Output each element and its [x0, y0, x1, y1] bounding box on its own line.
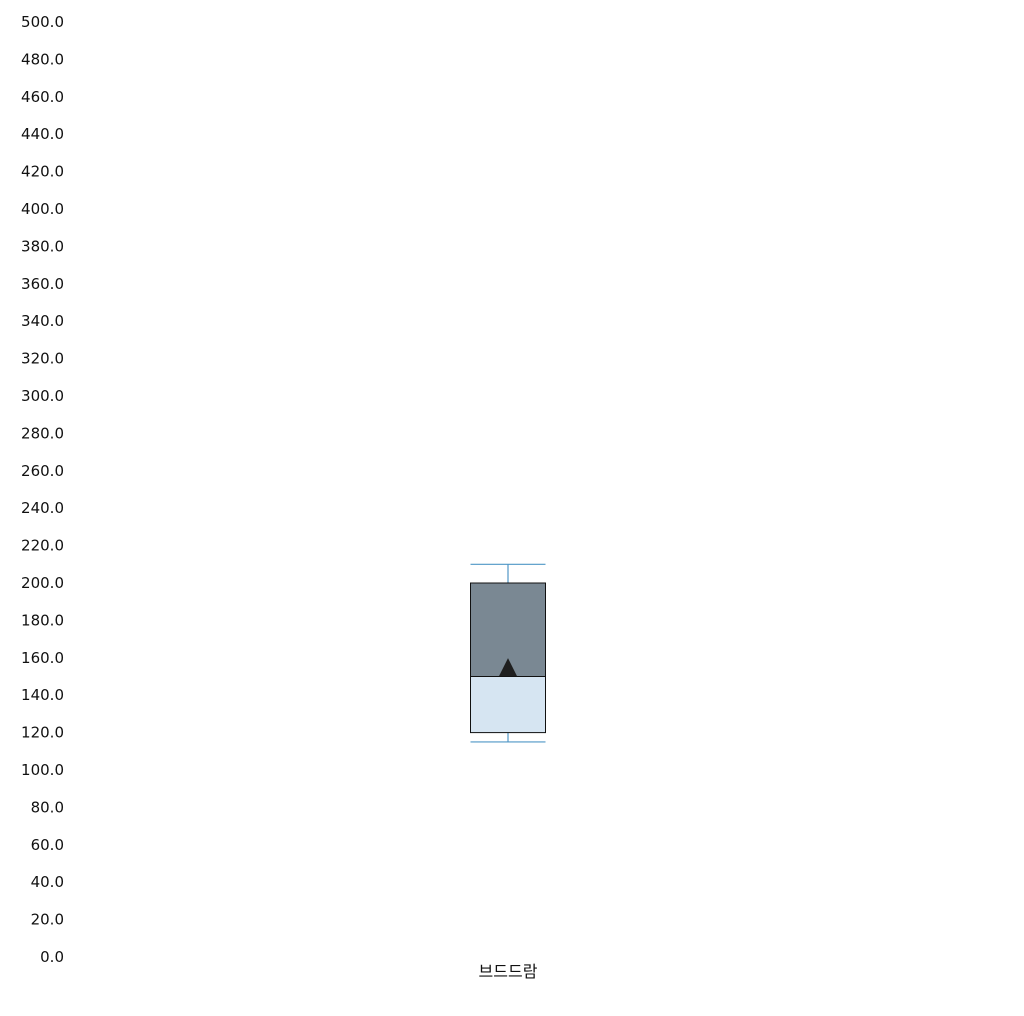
- y-tick-label: 340.0: [21, 312, 64, 330]
- y-tick-label: 40.0: [31, 873, 64, 891]
- y-tick-label: 100.0: [21, 761, 64, 779]
- y-tick-label: 380.0: [21, 237, 64, 255]
- y-tick-label: 300.0: [21, 387, 64, 405]
- y-tick-label: 220.0: [21, 537, 64, 555]
- x-axis: 브드드람: [479, 962, 538, 981]
- y-tick-label: 20.0: [31, 911, 64, 929]
- lower-box: [470, 676, 546, 734]
- y-tick-label: 280.0: [21, 424, 64, 442]
- y-tick-label: 360.0: [21, 275, 64, 293]
- y-tick-label: 60.0: [31, 836, 64, 854]
- y-tick-label: 180.0: [21, 611, 64, 629]
- y-tick-label: 200.0: [21, 574, 64, 592]
- y-tick-label: 400.0: [21, 200, 64, 218]
- y-tick-label: 80.0: [31, 798, 64, 816]
- y-tick-label: 440.0: [21, 125, 64, 143]
- plot-area: [470, 563, 546, 743]
- y-tick-label: 260.0: [21, 462, 64, 480]
- y-tick-label: 0.0: [40, 948, 64, 966]
- y-tick-label: 140.0: [21, 686, 64, 704]
- y-tick-label: 420.0: [21, 163, 64, 181]
- y-tick-label: 120.0: [21, 724, 64, 742]
- y-tick-label: 320.0: [21, 350, 64, 368]
- x-category-label: 브드드람: [479, 962, 538, 981]
- y-tick-label: 460.0: [21, 88, 64, 106]
- box-group: [470, 563, 546, 743]
- y-axis: 0.0 20.0 40.0 60.0 80.0 100.0 120.0 140.0 160.0 1…: [21, 13, 64, 966]
- y-tick-label: 500.0: [21, 13, 64, 31]
- box-plot-chart: 0.0 20.0 40.0 60.0 80.0 100.0 120.0 140.0 160.0 1…: [21, 13, 546, 981]
- y-tick-label: 240.0: [21, 499, 64, 517]
- y-tick-label: 480.0: [21, 50, 64, 68]
- y-tick-label: 160.0: [21, 649, 64, 667]
